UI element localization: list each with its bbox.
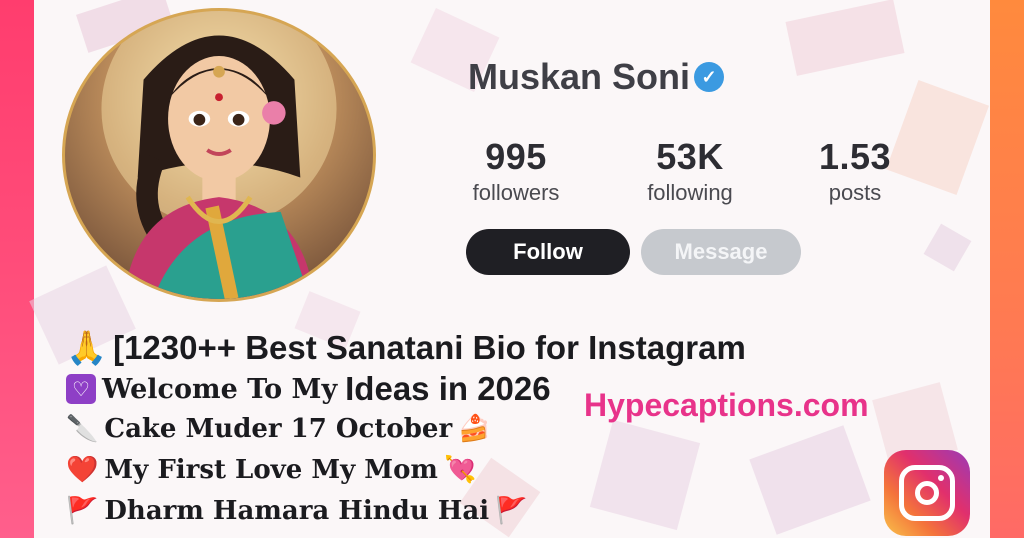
red-flag-icon: 🚩 bbox=[66, 496, 99, 526]
following-count: 53K bbox=[656, 136, 724, 177]
avatar[interactable] bbox=[62, 8, 376, 302]
heart-arrow-icon: 💘 bbox=[443, 455, 477, 485]
bio-line-5-text: Dharm Hamara Hindu Hai bbox=[104, 496, 490, 526]
decor-shape bbox=[749, 425, 871, 535]
posts-label: posts bbox=[828, 180, 882, 205]
folded-hands-icon: 🙏 bbox=[66, 328, 108, 367]
followers-stat[interactable]: 995 followers bbox=[462, 136, 570, 206]
right-gradient-edge bbox=[990, 0, 1024, 538]
message-button[interactable]: Message bbox=[641, 229, 801, 275]
brand-watermark: Hypecaptions.com bbox=[584, 387, 869, 423]
left-gradient-edge bbox=[0, 0, 34, 538]
bio-line-2: ♡ Welcome To My Ideas in 2026 bbox=[66, 370, 551, 408]
profile-name-text: Muskan Soni bbox=[468, 56, 691, 97]
bio-line-2-text: Welcome To My bbox=[102, 373, 338, 405]
bio-line-4-text: My First Love My Mom bbox=[104, 455, 438, 485]
bio-line-2-rest: Ideas in 2026 bbox=[345, 370, 551, 407]
red-heart-icon: ❤️ bbox=[66, 455, 99, 485]
followers-count: 995 bbox=[485, 136, 547, 177]
bio-line-1-text: [1230++ Best Sanatani Bio for Instagram bbox=[113, 329, 746, 366]
following-label: following bbox=[647, 180, 733, 205]
bio-line-5: 🚩 Dharm Hamara Hindu Hai 🚩 bbox=[66, 496, 527, 526]
cake-icon: 🍰 bbox=[458, 414, 491, 444]
posts-stat[interactable]: 1.53 posts bbox=[800, 136, 910, 206]
instagram-logo-icon bbox=[884, 450, 970, 536]
profile-name: Muskan Soni ✓ bbox=[468, 56, 725, 98]
follow-button[interactable]: Follow bbox=[466, 229, 630, 275]
knife-icon: 🔪 bbox=[66, 414, 99, 444]
bio-line-4: ❤️ My First Love My Mom 💘 bbox=[66, 455, 476, 485]
instagram-flash-dot bbox=[938, 475, 944, 481]
bio-line-3-text: Cake Muder 17 October bbox=[104, 414, 453, 444]
decor-shape bbox=[785, 0, 905, 76]
heart-icon: ♡ bbox=[66, 374, 96, 404]
red-flag-icon: 🚩 bbox=[495, 496, 528, 526]
verified-badge-icon: ✓ bbox=[694, 62, 725, 92]
decor-shape bbox=[923, 223, 972, 272]
avatar-illustration bbox=[101, 11, 337, 299]
decor-shape bbox=[589, 419, 701, 531]
instagram-camera-outline bbox=[899, 465, 955, 521]
followers-label: followers bbox=[472, 180, 560, 205]
following-stat[interactable]: 53K following bbox=[632, 136, 748, 206]
bio-line-3: 🔪 Cake Muder 17 October 🍰 bbox=[66, 414, 491, 444]
instagram-lens bbox=[915, 481, 939, 505]
posts-count: 1.53 bbox=[818, 136, 892, 177]
bio-line-1: 🙏 [1230++ Best Sanatani Bio for Instagra… bbox=[66, 328, 746, 368]
